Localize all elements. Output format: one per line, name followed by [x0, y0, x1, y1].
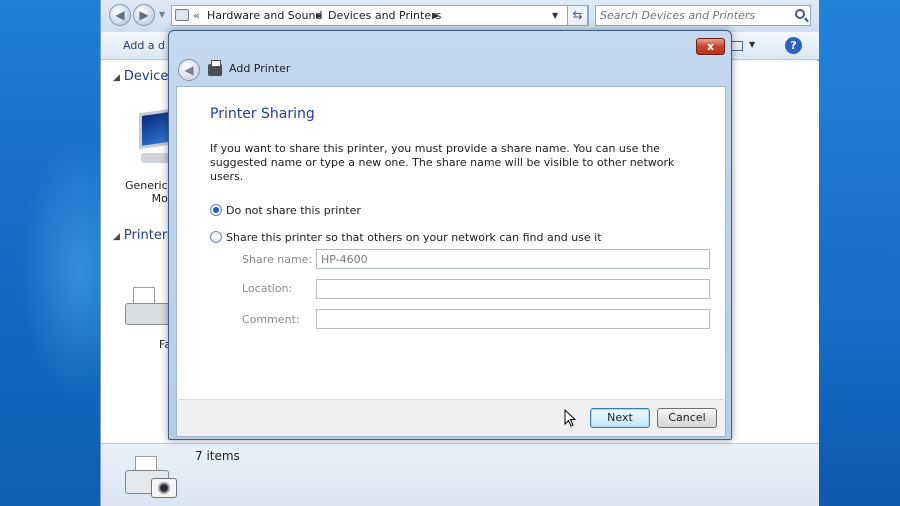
- comment-label: Comment:: [242, 313, 300, 326]
- search-box[interactable]: [595, 5, 811, 26]
- refresh-button[interactable]: ⇆: [567, 5, 588, 26]
- breadcrumb-separator-icon[interactable]: ▶: [433, 6, 439, 25]
- close-button[interactable]: x: [696, 38, 725, 55]
- mouse-cursor-icon: [564, 409, 577, 427]
- comment-field[interactable]: [316, 309, 710, 329]
- address-dropdown-icon[interactable]: ▼: [552, 6, 558, 25]
- group-header-devices[interactable]: ◢ Devices: [113, 69, 175, 84]
- radio-button-unchecked[interactable]: [210, 231, 222, 243]
- help-icon[interactable]: ?: [785, 37, 802, 54]
- printer-icon: [208, 60, 222, 76]
- cancel-button[interactable]: Cancel: [657, 408, 717, 428]
- add-printer-dialog: x ◀ Add Printer Printer Sharing If you w…: [168, 30, 732, 440]
- change-view-icon[interactable]: [731, 41, 743, 51]
- breadcrumb-hardware-and-sound[interactable]: Hardware and Sound: [207, 6, 322, 25]
- add-device-button[interactable]: Add a d: [123, 39, 165, 52]
- search-input[interactable]: [600, 8, 786, 23]
- dialog-title: Add Printer: [229, 62, 291, 75]
- option-do-not-share[interactable]: Do not share this printer: [210, 204, 361, 217]
- fax-icon[interactable]: [123, 285, 173, 331]
- option-share-printer[interactable]: Share this printer so that others on you…: [210, 231, 602, 244]
- breadcrumb-overflow-icon[interactable]: «: [193, 6, 200, 25]
- item-count: 7 items: [195, 449, 240, 463]
- page-heading: Printer Sharing: [210, 106, 315, 122]
- view-dropdown-icon[interactable]: ▼: [749, 40, 755, 49]
- next-button[interactable]: Next: [590, 408, 650, 428]
- sharing-description: If you want to share this printer, you m…: [210, 142, 675, 183]
- recent-pages-dropdown[interactable]: ▼: [159, 10, 165, 19]
- location-field[interactable]: [316, 279, 710, 299]
- share-name-label: Share name:: [242, 253, 313, 266]
- collapse-triangle-icon[interactable]: ◢: [113, 73, 120, 83]
- dialog-footer: Next Cancel: [176, 399, 726, 437]
- forward-button[interactable]: ▶: [133, 4, 155, 26]
- details-pane: 7 items: [101, 443, 819, 506]
- search-icon[interactable]: [795, 9, 805, 19]
- back-button[interactable]: ◀: [109, 4, 131, 26]
- collapse-triangle-icon[interactable]: ◢: [113, 232, 120, 242]
- breadcrumb-devices-and-printers[interactable]: Devices and Printers: [328, 6, 441, 25]
- share-name-field[interactable]: [316, 249, 710, 269]
- wizard-back-button[interactable]: ◀: [178, 59, 200, 81]
- group-header-printers[interactable]: ◢ Printers: [113, 228, 174, 243]
- radio-button-checked[interactable]: [210, 204, 222, 216]
- address-bar[interactable]: « Hardware and Sound ▶ Devices and Print…: [171, 5, 589, 26]
- location-label: Location:: [242, 282, 293, 295]
- desktop-right-area: [818, 0, 900, 506]
- control-panel-icon: [175, 9, 189, 21]
- printer-camera-icon: [123, 454, 181, 504]
- dialog-body: Printer Sharing If you want to share thi…: [176, 86, 726, 399]
- navigation-bar: ◀ ▶ ▼ « Hardware and Sound ▶ Devices and…: [101, 0, 819, 32]
- breadcrumb-separator-icon[interactable]: ▶: [316, 6, 322, 25]
